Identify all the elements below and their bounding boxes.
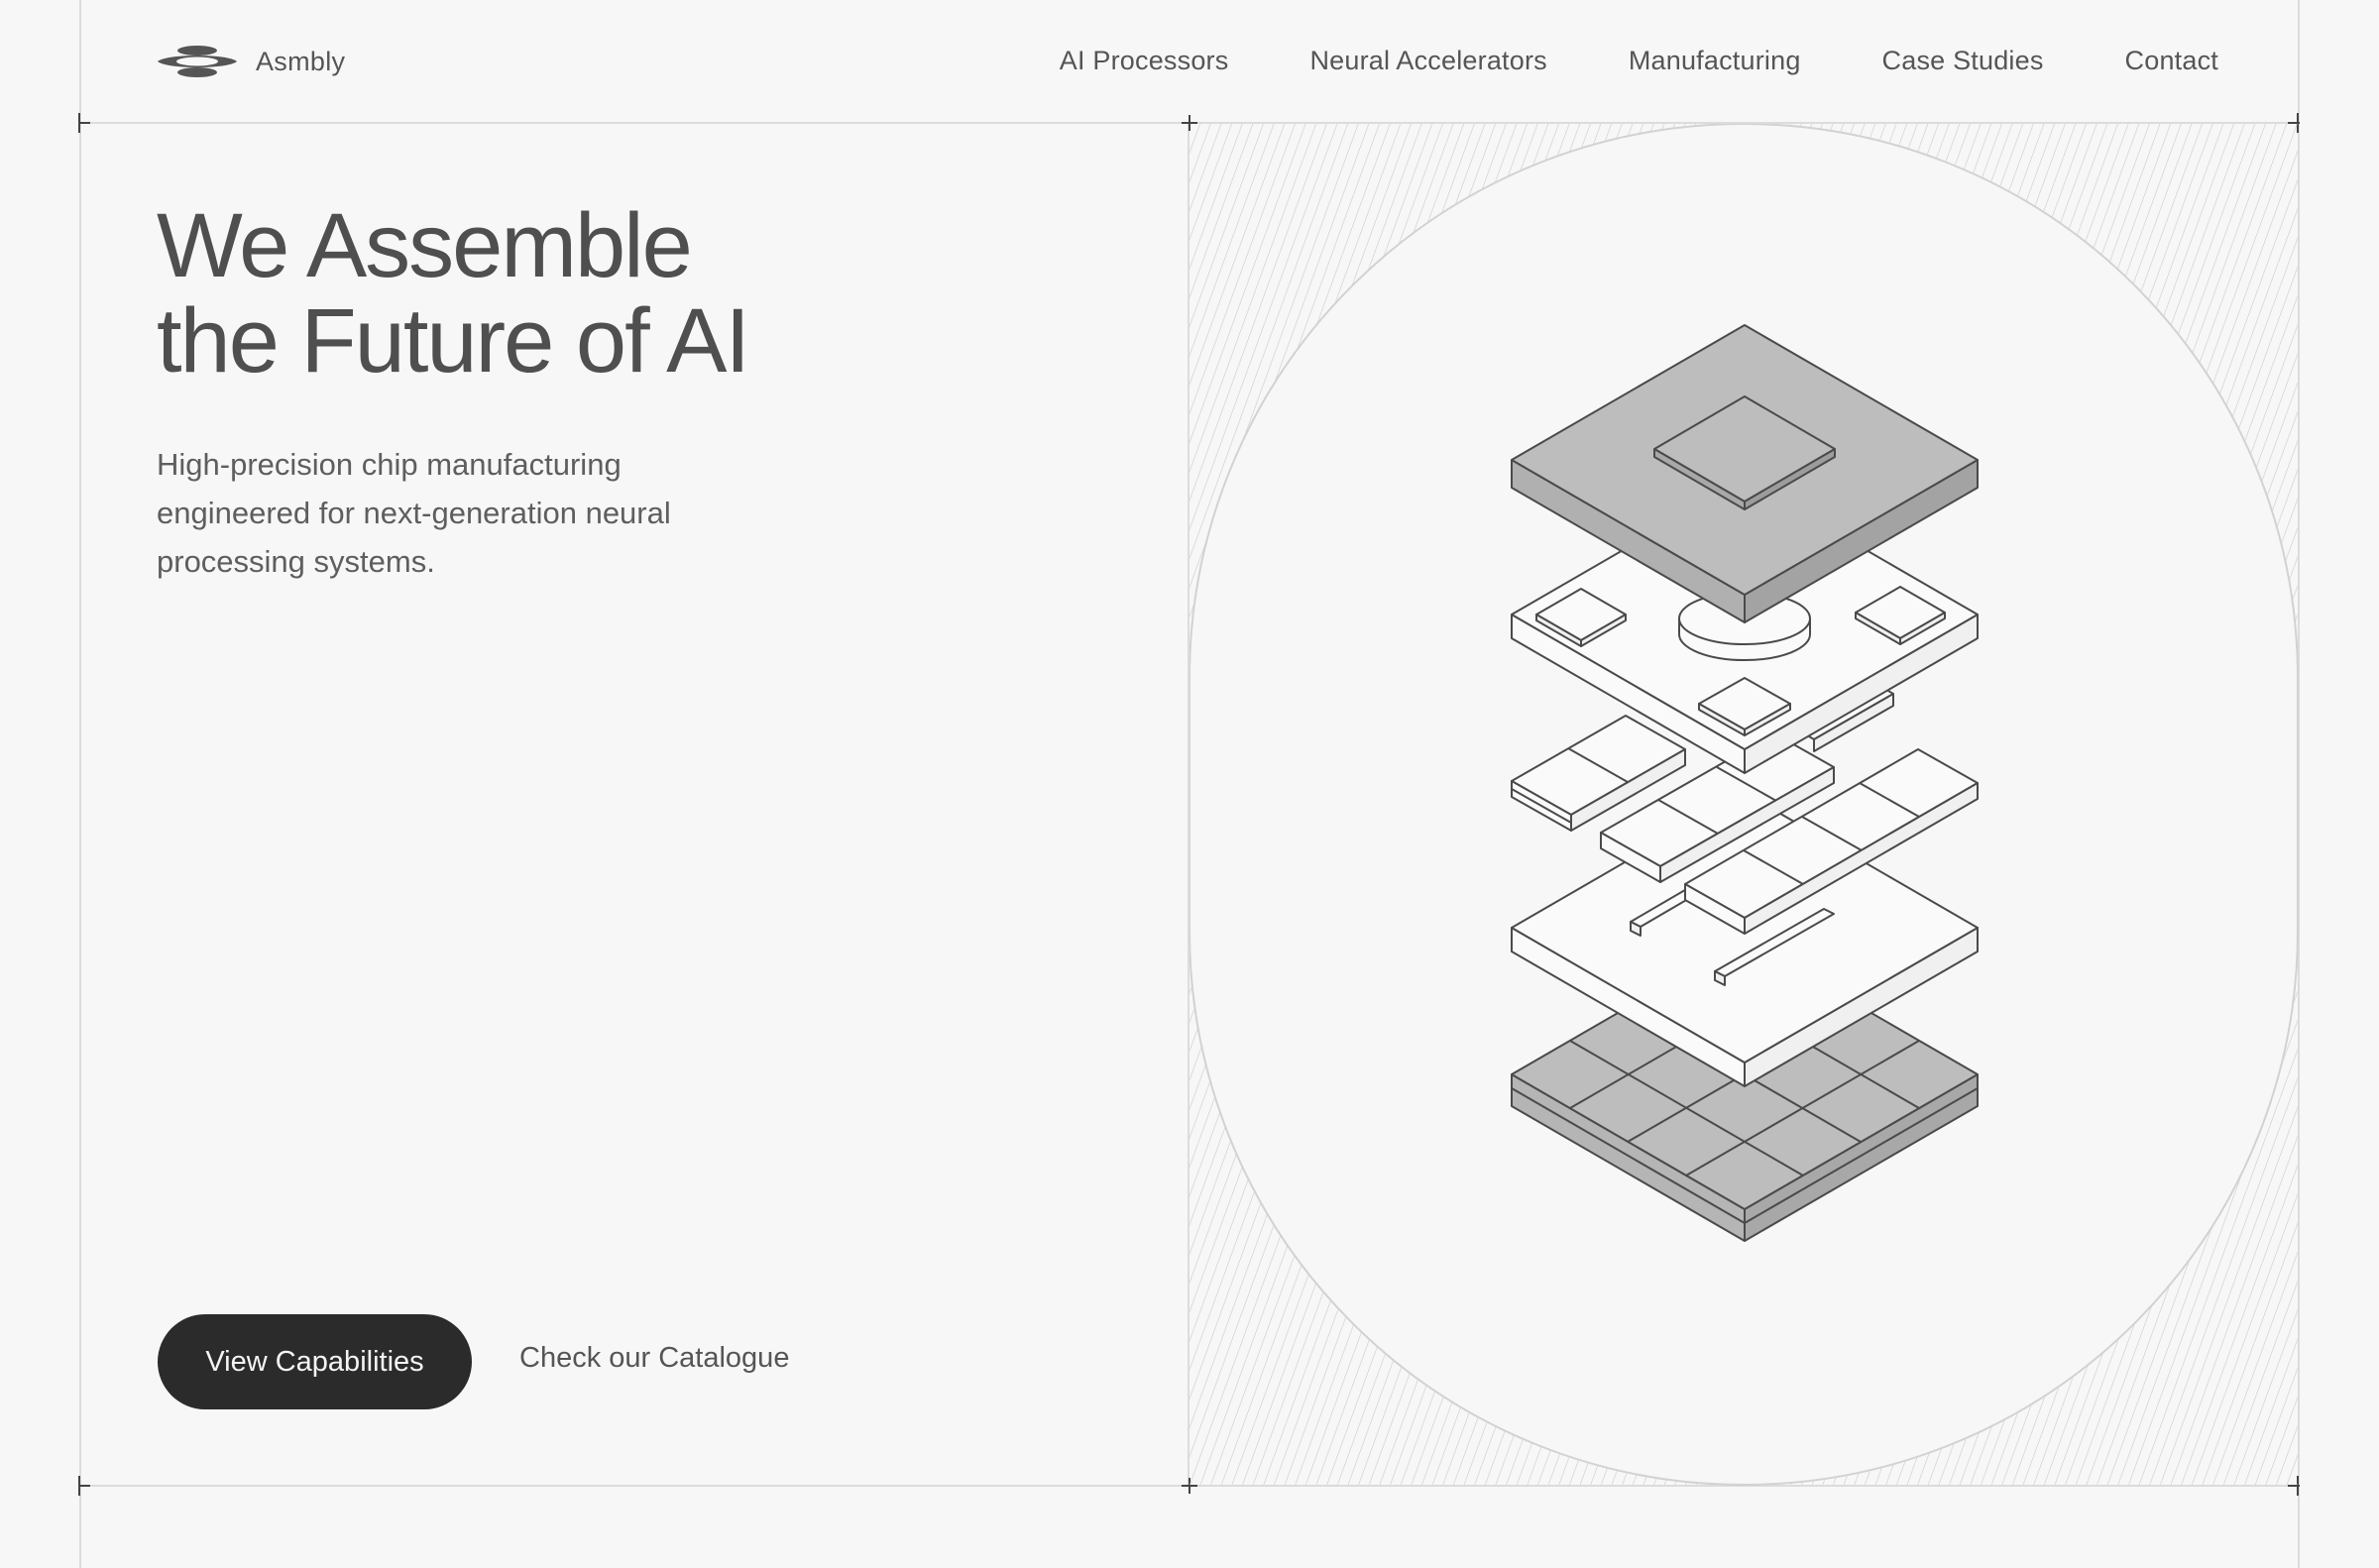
main-nav: AI Processors Neural Accelerators Manufa… bbox=[1060, 46, 2218, 76]
check-catalogue-link[interactable]: Check our Catalogue bbox=[519, 1342, 789, 1375]
corner-tick bbox=[78, 1485, 90, 1487]
nav-item-case-studies[interactable]: Case Studies bbox=[1882, 46, 2044, 76]
hero-subtitle: High-precision chip manufacturing engine… bbox=[157, 440, 732, 586]
nav-item-contact[interactable]: Contact bbox=[2125, 46, 2218, 76]
view-capabilities-button[interactable]: View Capabilities bbox=[158, 1314, 472, 1409]
frame-line-left bbox=[79, 0, 81, 1568]
nav-item-manufacturing[interactable]: Manufacturing bbox=[1629, 46, 1801, 76]
hero-subtitle-line: processing systems. bbox=[157, 544, 435, 579]
brand-logo[interactable]: Asmbly bbox=[157, 44, 345, 79]
nav-item-ai-processors[interactable]: AI Processors bbox=[1060, 46, 1229, 76]
hero-subtitle-line: High-precision chip manufacturing bbox=[157, 447, 622, 482]
stacked-discs-logo-icon bbox=[158, 46, 237, 77]
hero-title: We Assemble the Future of AI bbox=[157, 198, 850, 389]
exploded-chip-stack-illustration-icon bbox=[1190, 124, 2299, 1486]
brand-name: Asmbly bbox=[256, 46, 346, 76]
nav-item-neural-accelerators[interactable]: Neural Accelerators bbox=[1309, 46, 1546, 76]
hero-title-line: We Assemble bbox=[157, 195, 693, 296]
hero-subtitle-line: engineered for next-generation neural bbox=[157, 496, 671, 530]
corner-tick bbox=[78, 122, 90, 124]
hero-title-line: the Future of AI bbox=[157, 290, 750, 392]
